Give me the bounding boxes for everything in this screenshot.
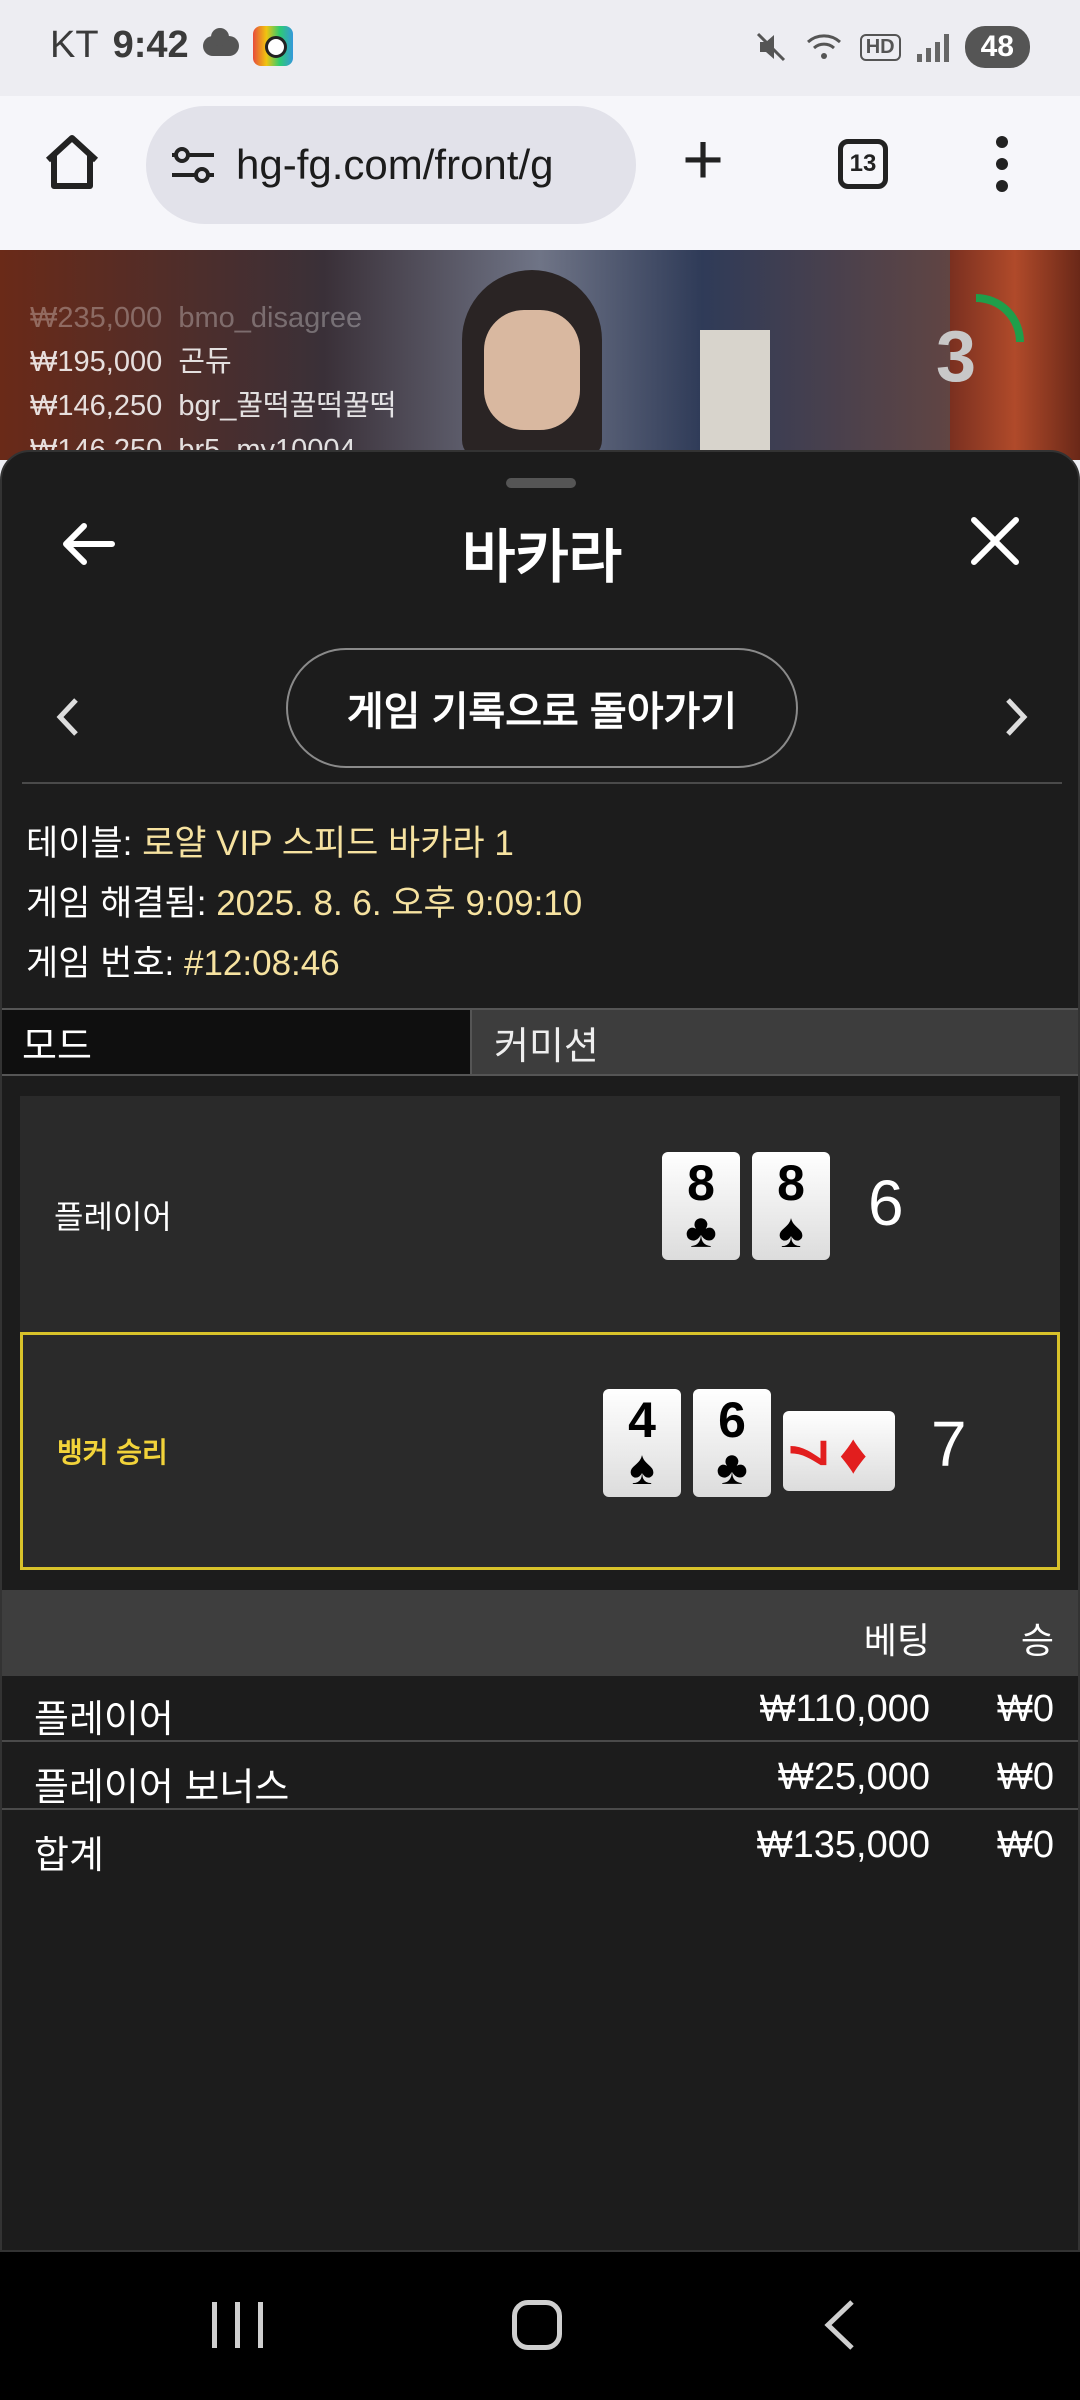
hand-results: 플레이어 8 ♣ 8 ♠ 6 뱅커 승리 4 ♠ 6 ♣ 7 ♦ 7: [20, 1096, 1060, 1570]
playing-card: 6 ♣: [693, 1389, 771, 1497]
sheet-title: 바카라: [461, 525, 623, 590]
address-bar[interactable]: hg-fg.com/front/g: [146, 106, 636, 224]
status-bar: KT 9:42 HD 48: [0, 0, 1080, 96]
banker-score: 7: [931, 1408, 967, 1480]
mode-value: 커미션: [472, 1010, 1078, 1074]
bet-column-header: 베팅: [863, 1620, 930, 1661]
back-to-history-button[interactable]: 게임 기록으로 돌아가기: [286, 648, 798, 768]
chevron-left-icon[interactable]: [48, 692, 88, 742]
total-row: 합계 ₩135,000 ₩0: [34, 1824, 1054, 1877]
bet-feed-item: ₩146,250 bgr_꿀떡꿀떡꿀떡: [30, 390, 397, 422]
new-tab-icon[interactable]: +: [682, 124, 724, 196]
game-detail-sheet: 바카라 게임 기록으로 돌아가기 테이블: 로얄 VIP 스피드 바카라 1 게…: [0, 450, 1080, 2252]
home-icon[interactable]: [40, 130, 104, 194]
hd-voice-icon: HD: [859, 33, 901, 61]
countdown-number: 3: [936, 317, 977, 397]
chevron-right-icon[interactable]: [996, 692, 1036, 742]
mute-icon: [756, 32, 785, 62]
site-settings-icon[interactable]: [168, 143, 218, 187]
bet-feed-item: ₩195,000 곤듀: [30, 346, 232, 378]
playing-card-horizontal: 7 ♦: [778, 1411, 895, 1491]
bet-feed-item: ₩235,000 bmo_disagree: [30, 302, 363, 334]
bets-table-header: 베팅 승: [2, 1590, 1078, 1676]
cloud-icon: [202, 27, 239, 56]
url-text[interactable]: hg-fg.com/front/g: [236, 141, 553, 189]
divider: [22, 782, 1062, 784]
player-hand: 플레이어 8 ♣ 8 ♠ 6: [20, 1096, 1060, 1332]
table-info: 테이블: 로얄 VIP 스피드 바카라 1: [26, 824, 514, 863]
browser-toolbar: hg-fg.com/front/g + 13: [0, 96, 1080, 250]
player-label: 플레이어: [54, 1199, 172, 1235]
game-info: 테이블: 로얄 VIP 스피드 바카라 1 게임 해결됨: 2025. 8. 6…: [26, 814, 582, 994]
mode-label: 모드: [2, 1010, 472, 1074]
more-menu-icon[interactable]: [996, 136, 1010, 192]
mode-row: 모드 커미션: [2, 1008, 1078, 1076]
wifi-icon: [806, 34, 841, 59]
table-row: 플레이어 보너스 ₩25,000 ₩0: [2, 1744, 1078, 1810]
banker-hand: 뱅커 승리 4 ♠ 6 ♣ 7 ♦ 7: [20, 1332, 1060, 1570]
playing-card: 4 ♠: [603, 1389, 681, 1497]
home-circle-icon[interactable]: [512, 2300, 562, 2350]
live-video: ₩235,000 bmo_disagree ₩195,000 곤듀 ₩146,2…: [0, 250, 1080, 460]
drag-handle[interactable]: [506, 478, 576, 488]
system-nav-bar: [0, 2252, 1080, 2400]
location-app-icon: [252, 25, 293, 66]
game-number-info: 게임 번호: #12:08:46: [26, 944, 340, 983]
playing-card: 8 ♣: [662, 1152, 740, 1260]
close-icon[interactable]: [968, 514, 1022, 568]
battery-indicator: 48: [964, 26, 1030, 68]
signal-icon: [916, 32, 949, 62]
banker-result-label: 뱅커 승리: [57, 1437, 168, 1468]
clock: 9:42: [112, 24, 189, 66]
tab-switcher-button[interactable]: 13: [838, 139, 888, 189]
carrier-label: KT: [50, 24, 99, 66]
player-score: 6: [868, 1167, 904, 1239]
recent-apps-icon[interactable]: [212, 2302, 263, 2348]
bet-feed: ₩235,000 bmo_disagree ₩195,000 곤듀 ₩146,2…: [30, 302, 397, 460]
table-row: 플레이어 ₩110,000 ₩0: [2, 1676, 1078, 1742]
win-column-header: 승: [1020, 1620, 1054, 1661]
playing-card: 8 ♠: [752, 1152, 830, 1260]
system-back-icon[interactable]: [820, 2298, 860, 2352]
resolved-info: 게임 해결됨: 2025. 8. 6. 오후 9:09:10: [26, 884, 583, 923]
